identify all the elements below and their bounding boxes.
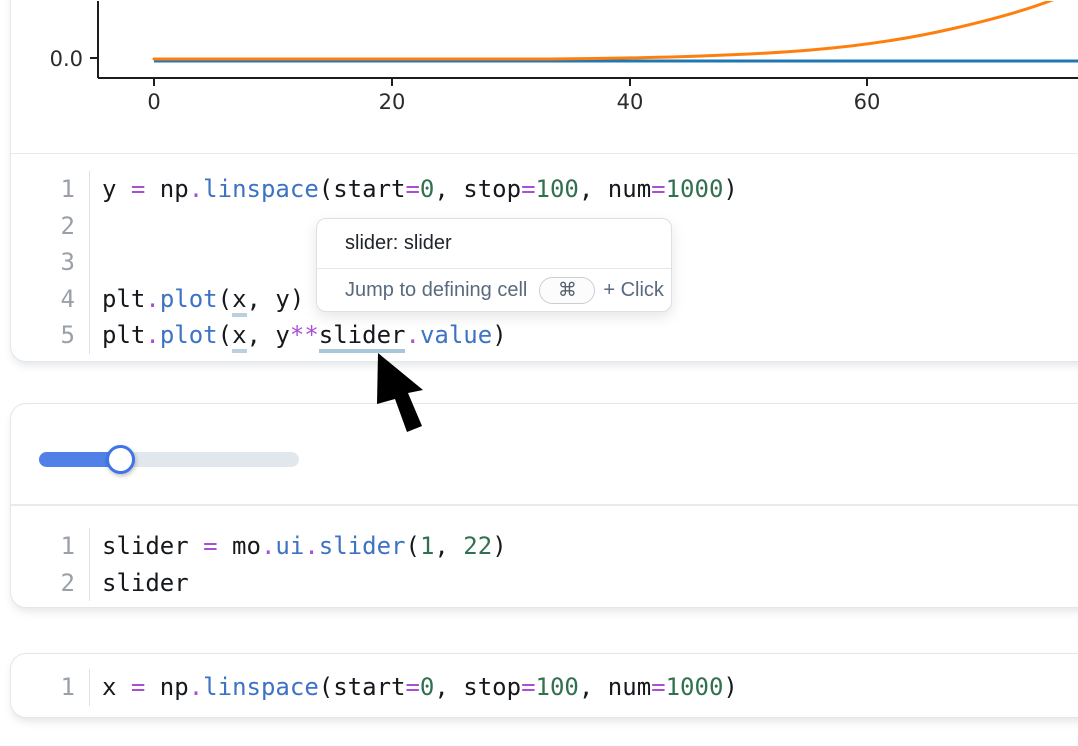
code-line[interactable]: 1 y = np.linspace(start=0, stop=100, num=… <box>11 171 1078 208</box>
line-number: 1 <box>11 532 75 560</box>
slider-output-area <box>11 404 1078 505</box>
code-text[interactable]: slider = mo.ui.slider(1, 22) <box>90 532 507 560</box>
line-number: 3 <box>11 248 75 276</box>
tooltip-click-label: + Click <box>603 279 664 302</box>
code-line[interactable]: 1 slider = mo.ui.slider(1, 22) <box>11 528 1078 565</box>
line-number: 2 <box>11 569 75 597</box>
tooltip-action-label: Jump to defining cell <box>345 279 527 302</box>
slider-thumb[interactable] <box>106 445 135 474</box>
x-tick-label: 40 <box>617 90 644 114</box>
code-text[interactable]: plt.plot(x, y) <box>90 285 304 313</box>
series-line-orange <box>154 1 1073 59</box>
code-line[interactable]: 2 slider <box>11 565 1078 602</box>
code-line[interactable]: 1 x = np.linspace(start=0, stop=100, num=… <box>11 669 1078 706</box>
code-line[interactable]: 5 plt.plot(x, y**slider.value) <box>11 317 1078 354</box>
gutter-divider <box>89 244 90 281</box>
code-text[interactable]: plt.plot(x, y**slider.value) <box>90 321 507 349</box>
gutter-divider <box>89 208 90 245</box>
mouse-cursor-icon <box>370 350 430 440</box>
line-number: 5 <box>11 321 75 349</box>
tooltip-title: slider: slider <box>317 219 671 268</box>
x-tick-label: 60 <box>854 90 881 114</box>
code-text[interactable]: y = np.linspace(start=0, stop=100, num=1… <box>90 175 738 203</box>
command-key-badge: ⌘ <box>539 277 595 304</box>
matplotlib-chart-output: 0.0 0 20 40 60 <box>11 1 1078 153</box>
notebook-cell-slider: 1 slider = mo.ui.slider(1, 22) 2 slider <box>10 403 1078 608</box>
x-tick-label: 0 <box>147 90 160 114</box>
code-editor[interactable]: 1 slider = mo.ui.slider(1, 22) 2 slider <box>11 505 1078 607</box>
slider-track[interactable] <box>39 452 299 467</box>
line-number: 1 <box>11 673 75 701</box>
line-number: 4 <box>11 285 75 313</box>
line-number: 1 <box>11 175 75 203</box>
notebook-cell-x: 1 x = np.linspace(start=0, stop=100, num=… <box>10 653 1078 718</box>
code-text[interactable]: x = np.linspace(start=0, stop=100, num=1… <box>90 673 738 701</box>
variable-hover-tooltip: slider: slider Jump to defining cell ⌘ +… <box>316 218 672 312</box>
command-key-icon: ⌘ <box>558 279 577 302</box>
x-tick-label: 20 <box>379 90 406 114</box>
code-text[interactable]: slider <box>90 569 189 597</box>
code-editor[interactable]: 1 x = np.linspace(start=0, stop=100, num=… <box>11 654 1078 717</box>
y-tick-label: 0.0 <box>50 47 83 71</box>
line-number: 2 <box>11 212 75 240</box>
